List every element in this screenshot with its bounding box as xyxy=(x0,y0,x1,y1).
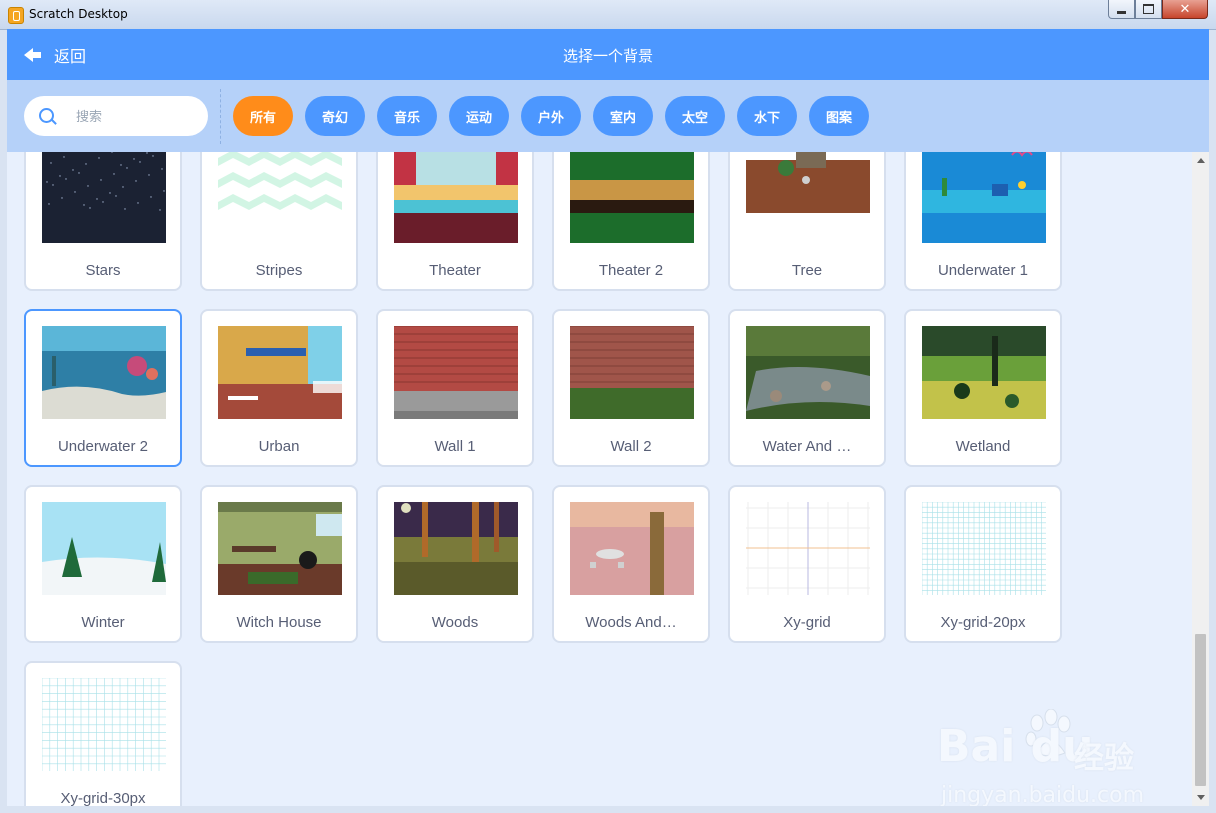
tag-filter-button[interactable]: 水下 xyxy=(737,96,797,136)
xy-grid-20px-backdrop-thumbnail xyxy=(922,502,1046,595)
backdrop-card[interactable]: Woods xyxy=(376,485,534,643)
backdrop-name: Stripes xyxy=(255,262,303,279)
tag-filter-button[interactable]: 图案 xyxy=(809,96,869,136)
stars-backdrop-thumbnail xyxy=(42,152,166,243)
winter-backdrop-thumbnail xyxy=(42,502,166,595)
backdrop-name: Wall 1 xyxy=(434,438,476,455)
maximize-button[interactable] xyxy=(1135,0,1162,19)
tag-all-button[interactable]: 所有 xyxy=(233,96,293,136)
backdrop-card[interactable]: Xy-grid-30px xyxy=(24,661,182,806)
backdrop-card[interactable]: Woods And… xyxy=(552,485,710,643)
urban-backdrop-thumbnail xyxy=(218,326,342,419)
backdrop-card[interactable]: Theater 2 xyxy=(552,152,710,291)
close-button[interactable]: ✕ xyxy=(1162,0,1208,19)
search-box[interactable] xyxy=(24,96,208,136)
window-controls: ✕ xyxy=(1108,0,1208,19)
backdrop-card[interactable]: Theater xyxy=(376,152,534,291)
search-icon xyxy=(39,108,54,123)
filter-divider xyxy=(220,89,221,144)
backdrop-name: Theater 2 xyxy=(598,262,664,279)
backdrop-name: Water And … xyxy=(762,438,852,455)
window-title: Scratch Desktop xyxy=(29,7,128,21)
water-and-rocks-backdrop-thumbnail xyxy=(746,326,870,419)
filter-bar: 所有奇幻音乐运动户外室内太空水下图案 xyxy=(7,80,1209,152)
tag-filter-button[interactable]: 奇幻 xyxy=(305,96,365,136)
wall-2-backdrop-thumbnail xyxy=(570,326,694,419)
wetland-backdrop-thumbnail xyxy=(922,326,1046,419)
backdrop-card[interactable]: Underwater 2 xyxy=(24,309,182,467)
backdrop-card[interactable]: Urban xyxy=(200,309,358,467)
wall-1-backdrop-thumbnail xyxy=(394,326,518,419)
search-input[interactable] xyxy=(74,106,203,128)
tag-buttons: 所有 奇幻 音乐 运动 户外 室内 太空 水下 图案 xyxy=(233,96,869,136)
backdrop-name: Urban xyxy=(258,438,300,455)
backdrop-card[interactable]: Wall 1 xyxy=(376,309,534,467)
scroll-up-arrow-icon[interactable] xyxy=(1192,152,1209,169)
backdrop-name: Theater xyxy=(429,262,481,279)
theater-2-backdrop-thumbnail xyxy=(570,152,694,243)
tree-backdrop-thumbnail xyxy=(746,152,870,243)
vertical-scrollbar[interactable] xyxy=(1192,152,1209,806)
baidu-jingyan-watermark: Bai du 经验 jingyan.baidu.com xyxy=(937,709,1177,806)
backdrop-card[interactable]: Wall 2 xyxy=(552,309,710,467)
tag-filter-button[interactable]: 室内 xyxy=(593,96,653,136)
xy-grid-30px-backdrop-thumbnail xyxy=(42,678,166,771)
backdrop-card[interactable]: Stripes xyxy=(200,152,358,291)
tag-filter-button[interactable]: 运动 xyxy=(449,96,509,136)
backdrop-library-modal: 返回 选择一个背景 所有奇幻音乐运动户外室内太空水下图案 Stars Stripe… xyxy=(7,29,1209,806)
backdrop-card[interactable]: Water And … xyxy=(728,309,886,467)
backdrop-card[interactable]: Tree xyxy=(728,152,886,291)
library-header: 返回 选择一个背景 xyxy=(7,29,1209,80)
watermark-url: jingyan.baidu.com xyxy=(941,783,1145,806)
underwater-1-backdrop-thumbnail xyxy=(922,152,1046,243)
backdrop-grid: Stars Stripes Theater Theater 2 Tree Underwat… xyxy=(7,152,1190,806)
stripes-backdrop-thumbnail xyxy=(218,152,342,243)
witch-house-backdrop-thumbnail xyxy=(218,502,342,595)
woods-and-bench-backdrop-thumbnail xyxy=(570,502,694,595)
xy-grid-backdrop-thumbnail xyxy=(746,502,870,595)
backdrop-card[interactable]: Xy-grid xyxy=(728,485,886,643)
backdrop-name: Woods xyxy=(431,614,479,631)
theater-backdrop-thumbnail xyxy=(394,152,518,243)
backdrop-card[interactable]: Winter xyxy=(24,485,182,643)
backdrop-name: Wetland xyxy=(955,438,1011,455)
backdrop-name: Witch House xyxy=(236,614,322,631)
backdrop-name: Stars xyxy=(85,262,121,279)
maximize-icon xyxy=(1143,4,1154,14)
backdrop-card[interactable]: Witch House xyxy=(200,485,358,643)
backdrop-name: Xy-grid xyxy=(783,614,831,631)
tag-filter-button[interactable]: 户外 xyxy=(521,96,581,136)
library-title: 选择一个背景 xyxy=(562,47,653,65)
watermark-logo: Bai du xyxy=(937,721,1094,772)
scrollbar-thumb[interactable] xyxy=(1195,634,1206,786)
backdrop-name: Winter xyxy=(81,614,125,631)
scroll-down-arrow-icon[interactable] xyxy=(1192,789,1209,806)
minimize-icon xyxy=(1117,10,1126,14)
backdrop-name: Underwater 1 xyxy=(937,262,1029,279)
backdrop-name: Xy-grid-30px xyxy=(60,790,146,806)
close-icon: ✕ xyxy=(1179,1,1191,17)
backdrop-name: Woods And… xyxy=(585,614,677,631)
woods-backdrop-thumbnail xyxy=(394,502,518,595)
backdrop-card[interactable]: Underwater 1 xyxy=(904,152,1062,291)
underwater-2-backdrop-thumbnail xyxy=(42,326,166,419)
tag-filter-button[interactable]: 太空 xyxy=(665,96,725,136)
backdrop-name: Xy-grid-20px xyxy=(940,614,1026,631)
backdrop-card[interactable]: Wetland xyxy=(904,309,1062,467)
tag-filter-button[interactable]: 音乐 xyxy=(377,96,437,136)
window-titlebar: Scratch Desktop ✕ xyxy=(0,0,1216,30)
backdrop-card[interactable]: Xy-grid-20px xyxy=(904,485,1062,643)
backdrop-name: Tree xyxy=(791,262,823,279)
scratch-app-icon xyxy=(8,7,24,24)
minimize-button[interactable] xyxy=(1108,0,1135,19)
backdrop-name: Underwater 2 xyxy=(57,438,149,455)
watermark-brand: 经验 xyxy=(1074,741,1134,776)
backdrop-name: Wall 2 xyxy=(610,438,652,455)
backdrop-card[interactable]: Stars xyxy=(24,152,182,291)
